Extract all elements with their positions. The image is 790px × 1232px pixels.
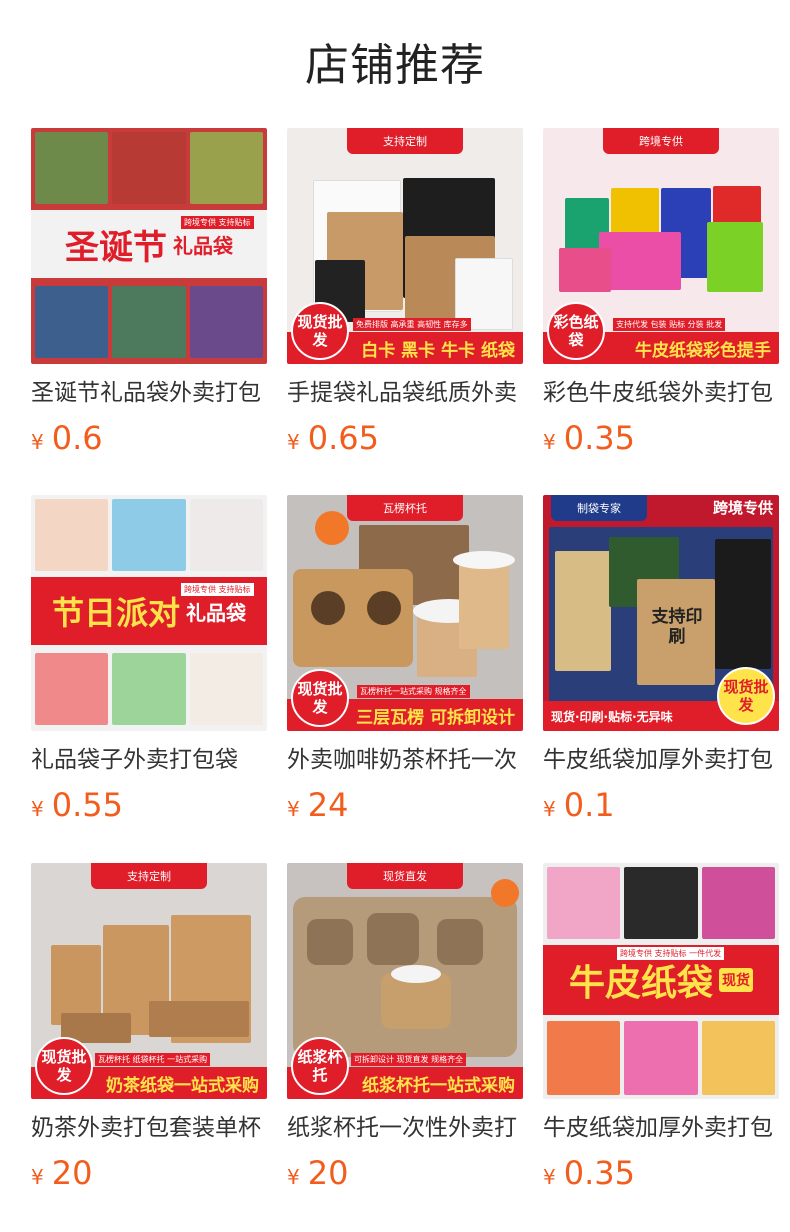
currency-symbol: ¥ <box>287 797 300 821</box>
product-title[interactable]: 纸浆杯托一次性外卖打 <box>287 1111 523 1145</box>
price-value: 0.65 <box>307 419 379 457</box>
banner-sub: 现货 <box>719 968 753 992</box>
product-title[interactable]: 外卖咖啡奶茶杯托一次 <box>287 743 523 777</box>
product-price: ¥0.65 <box>287 418 379 458</box>
image-top-label: 支持定制 <box>347 128 463 154</box>
currency-symbol: ¥ <box>287 1165 300 1189</box>
banner-text: 圣诞节 <box>65 227 167 268</box>
product-price: ¥0.1 <box>543 785 615 825</box>
product-image[interactable]: 支持定制 瓦楞杯托 纸袋杯托 一站式采购 奶茶纸袋一站式采购 现货批发 <box>31 863 267 1099</box>
product-title[interactable]: 牛皮纸袋加厚外卖打包 <box>543 743 779 777</box>
product-price: ¥0.35 <box>543 1153 635 1193</box>
product-title[interactable]: 彩色牛皮纸袋外卖打包 <box>543 376 779 410</box>
image-badge: 彩色纸袋 <box>547 302 605 360</box>
product-price: ¥24 <box>287 785 348 825</box>
image-center-label: 支持印刷 <box>651 607 703 647</box>
price-value: 0.55 <box>51 786 123 824</box>
image-tag: 跨境专供 支持贴标 <box>181 583 254 596</box>
banner-sub: 礼品袋 <box>186 600 246 625</box>
currency-symbol: ¥ <box>543 797 556 821</box>
product-title[interactable]: 手提袋礼品袋纸质外卖 <box>287 376 523 410</box>
product-card[interactable]: 支持定制 免费排版 高承重 高韧性 库存多 白卡 黑卡 牛卡 纸袋 现货批发 手… <box>287 128 523 473</box>
image-tag: 可拆卸设计 现货直发 规格齐全 <box>351 1053 467 1066</box>
product-price: ¥0.6 <box>31 418 103 458</box>
price-value: 0.35 <box>563 1154 635 1192</box>
currency-symbol: ¥ <box>287 430 300 454</box>
product-image[interactable]: 圣诞节 礼品袋 跨境专供 支持贴标 <box>31 128 267 364</box>
price-value: 0.35 <box>563 419 635 457</box>
price-value: 20 <box>51 1154 93 1192</box>
price-value: 24 <box>307 786 349 824</box>
product-image[interactable]: 节日派对 礼品袋 跨境专供 支持贴标 <box>31 495 267 731</box>
product-card[interactable]: 支持定制 瓦楞杯托 纸袋杯托 一站式采购 奶茶纸袋一站式采购 现货批发 奶茶外卖… <box>31 863 267 1208</box>
image-badge: 现货批发 <box>291 302 349 360</box>
currency-symbol: ¥ <box>31 430 44 454</box>
image-top-label: 瓦楞杯托 <box>347 495 463 521</box>
image-corner-label: 跨境专供 <box>712 499 773 517</box>
currency-symbol: ¥ <box>31 797 44 821</box>
product-image[interactable]: 跨境专供 支持代发 包装 贴标 分装 批发 牛皮纸袋彩色提手 彩色纸袋 <box>543 128 779 364</box>
price-value: 20 <box>307 1154 349 1192</box>
banner-text: 牛皮纸袋 <box>568 963 713 1004</box>
image-badge: 现货批发 <box>717 667 775 725</box>
product-title[interactable]: 礼品袋子外卖打包袋 <box>31 743 267 777</box>
product-card[interactable]: 跨境专供 支持代发 包装 贴标 分装 批发 牛皮纸袋彩色提手 彩色纸袋 彩色牛皮… <box>543 128 779 473</box>
product-title[interactable]: 圣诞节礼品袋外卖打包 <box>31 376 267 410</box>
product-price: ¥20 <box>31 1153 92 1193</box>
image-top-label: 跨境专供 <box>603 128 719 154</box>
product-image[interactable]: 瓦楞杯托 瓦楞杯托一站式采购 规格齐全 三层瓦楞 可拆卸设计 现货批发 <box>287 495 523 731</box>
currency-symbol: ¥ <box>31 1165 44 1189</box>
image-badge: 纸浆杯托 <box>291 1037 349 1095</box>
image-top-label: 支持定制 <box>91 863 207 889</box>
product-card[interactable]: 圣诞节 礼品袋 跨境专供 支持贴标 圣诞节礼品袋外卖打包 ¥0.6 <box>31 128 267 473</box>
product-price: ¥20 <box>287 1153 348 1193</box>
product-image[interactable]: 制袋专家 跨境专供 支持印刷 现货·印刷·贴标·无异味 现货批发 <box>543 495 779 731</box>
image-tag: 免费排版 高承重 高韧性 库存多 <box>353 318 471 331</box>
product-card[interactable]: 节日派对 礼品袋 跨境专供 支持贴标 礼品袋子外卖打包袋 ¥0.55 <box>31 495 267 840</box>
price-value: 0.6 <box>51 419 103 457</box>
product-price: ¥0.55 <box>31 785 123 825</box>
banner-sub: 礼品袋 <box>173 233 233 258</box>
product-image[interactable]: 现货直发 可拆卸设计 现货直发 规格齐全 纸浆杯托一站式采购 纸浆杯托 <box>287 863 523 1099</box>
product-title[interactable]: 奶茶外卖打包套装单杯 <box>31 1111 267 1145</box>
image-badge: 现货批发 <box>35 1037 93 1095</box>
product-card[interactable]: 现货直发 可拆卸设计 现货直发 规格齐全 纸浆杯托一站式采购 纸浆杯托 纸浆杯托… <box>287 863 523 1208</box>
section-title: 店铺推荐 <box>305 40 485 91</box>
product-card[interactable]: 瓦楞杯托 瓦楞杯托一站式采购 规格齐全 三层瓦楞 可拆卸设计 现货批发 外卖咖啡… <box>287 495 523 840</box>
product-card[interactable]: 制袋专家 跨境专供 支持印刷 现货·印刷·贴标·无异味 现货批发 牛皮纸袋加厚外… <box>543 495 779 840</box>
image-top-label: 现货直发 <box>347 863 463 889</box>
product-card[interactable]: 牛皮纸袋 现货 跨境专供 支持贴标 一件代发 牛皮纸袋加厚外卖打包 ¥0.35 <box>543 863 779 1208</box>
image-tag: 跨境专供 支持贴标 <box>181 216 254 229</box>
product-image[interactable]: 支持定制 免费排版 高承重 高韧性 库存多 白卡 黑卡 牛卡 纸袋 现货批发 <box>287 128 523 364</box>
price-value: 0.1 <box>563 786 615 824</box>
image-tag: 跨境专供 支持贴标 一件代发 <box>617 947 725 960</box>
product-image[interactable]: 牛皮纸袋 现货 跨境专供 支持贴标 一件代发 <box>543 863 779 1099</box>
image-top-label: 制袋专家 <box>551 495 647 521</box>
product-title[interactable]: 牛皮纸袋加厚外卖打包 <box>543 1111 779 1145</box>
banner-text: 节日派对 <box>51 594 180 632</box>
image-tag: 支持代发 包装 贴标 分装 批发 <box>613 318 726 331</box>
image-tag: 瓦楞杯托 纸袋杯托 一站式采购 <box>95 1053 211 1066</box>
image-tag: 瓦楞杯托一站式采购 规格齐全 <box>357 685 470 698</box>
currency-symbol: ¥ <box>543 430 556 454</box>
product-price: ¥0.35 <box>543 418 635 458</box>
image-badge: 现货批发 <box>291 669 349 727</box>
currency-symbol: ¥ <box>543 1165 556 1189</box>
